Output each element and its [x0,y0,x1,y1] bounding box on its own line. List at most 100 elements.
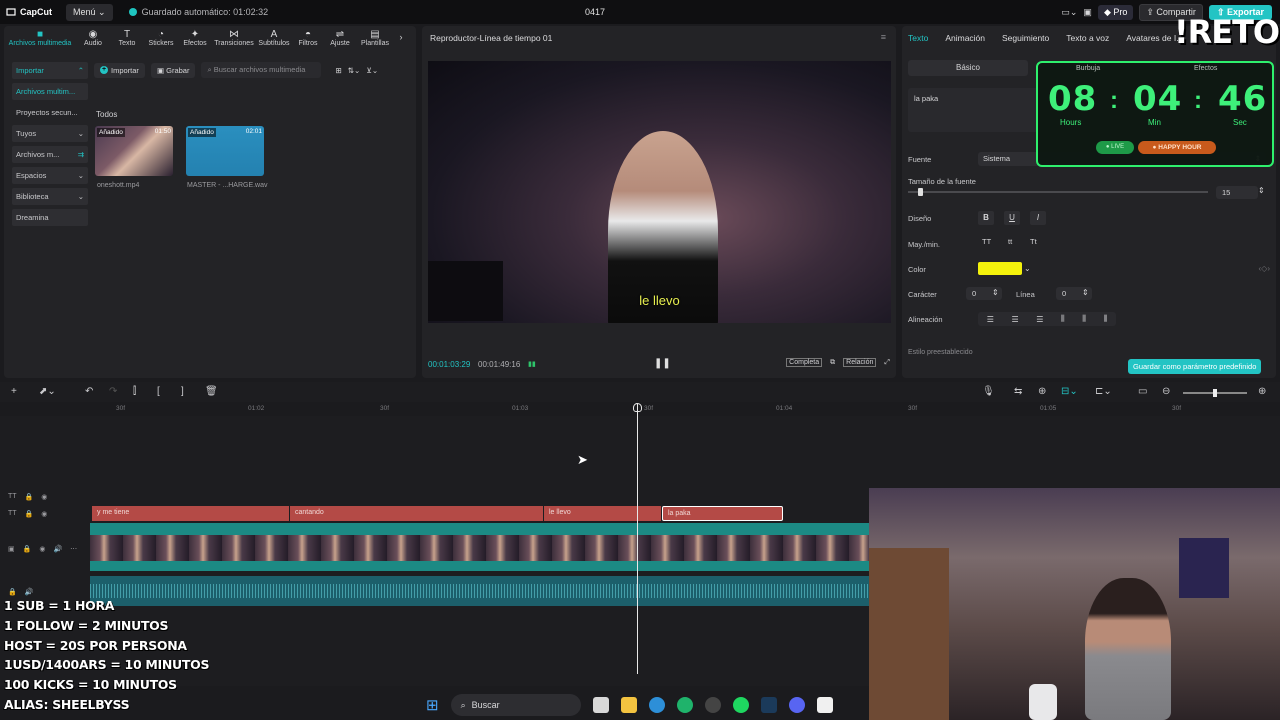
eye-icon[interactable]: ◉ [39,545,45,553]
zoom-out-icon[interactable]: ⊖ [1162,386,1170,397]
tab-media[interactable]: ■ Archivos multimedia [4,26,76,54]
nav-media-files[interactable]: Archivos multim... [12,83,88,100]
zoom-knob[interactable] [1213,389,1217,397]
undo-icon[interactable]: ↶ [85,386,93,397]
subtitle-clip-selected[interactable]: la paka [662,506,783,521]
case-upper[interactable]: TT [982,237,991,246]
link-icon[interactable]: ⇆ [1014,386,1022,397]
align-center-icon[interactable]: ☰ [1012,315,1019,324]
lock-icon[interactable]: 🔒 [25,493,34,501]
crop-icon[interactable]: ⧉ [830,359,835,367]
keyframe-icon[interactable]: ‹◇› [1259,264,1270,273]
caption-icon[interactable]: ▭ [1138,386,1147,397]
case-lower[interactable]: tt [1008,237,1012,246]
filter-icon[interactable]: ⊻⌄ [366,66,378,75]
media-thumb-audio[interactable]: Añadido 02:01 [186,126,264,176]
more-icon[interactable]: ⋯ [70,545,77,553]
edge-icon[interactable] [648,697,665,713]
import-button[interactable]: + Importar [94,62,145,78]
color-swatch[interactable] [978,262,1022,275]
playhead[interactable] [637,404,638,674]
save-preset-button[interactable]: Guardar como parámetro predefinido [1128,359,1262,374]
preview-axis-icon[interactable]: ⊏⌄ [1095,386,1112,397]
chrome-icon[interactable] [676,697,693,713]
tabs-next-icon[interactable]: › [394,26,408,54]
video-track-clip[interactable] [90,523,870,571]
tab-tracking[interactable]: Seguimiento [1002,33,1049,43]
slider-knob[interactable] [918,188,923,196]
chevron-down-icon[interactable]: ⌄ [1024,264,1031,273]
italic-icon[interactable]: I [1030,211,1046,225]
case-title[interactable]: Tt [1030,237,1037,246]
layout-icon[interactable]: ▭⌄ [1061,7,1077,18]
delete-icon[interactable]: 🗑 [205,386,218,397]
nav-yours[interactable]: Tuyos ⌄ [12,125,88,142]
add-track-icon[interactable]: + [11,386,17,397]
taskbar-search[interactable]: ⌕ Buscar [450,694,581,716]
file-explorer-icon[interactable] [620,697,637,713]
steam-icon[interactable] [760,697,777,713]
fullscreen-icon[interactable]: ▣ [1083,7,1092,18]
video-preview[interactable]: le llevo [428,61,891,323]
redo-icon[interactable]: ↷ [109,386,117,397]
subtitle-clip[interactable]: cantando [290,506,544,521]
tab-templates[interactable]: ▤ Plantillas [356,26,394,54]
stepper-icon[interactable]: ⇕ [1082,288,1089,297]
grid-view-icon[interactable]: ⊞ [335,66,341,75]
tab-text[interactable]: Texto [908,33,928,43]
tab-tts[interactable]: Texto a voz [1066,33,1109,43]
speaker-icon[interactable]: 🔊 [53,545,62,553]
tab-adjust[interactable]: ⇌ Ajuste [324,26,356,54]
nav-import[interactable]: Importar ⌃ [12,62,88,79]
pro-button[interactable]: ◆ Pro [1097,5,1134,20]
subtitle-clip[interactable]: le llevo [544,506,662,521]
tab-filters[interactable]: ◓ Filtros [292,26,324,54]
media-search-input[interactable]: ⌕ Buscar archivos multimedia [201,62,322,78]
microphone-icon[interactable]: 🎙 [982,386,995,397]
tab-captions[interactable]: A Subtítulos [256,26,292,54]
eye-icon[interactable]: ◉ [41,493,47,501]
split-icon[interactable]: ⫿ [133,386,136,397]
lock-icon[interactable]: 🔒 [8,588,17,596]
obs-icon[interactable] [704,697,721,713]
ratio-button[interactable]: Relación [843,358,877,367]
pause-icon[interactable]: ❚❚ [654,358,671,369]
size-input[interactable]: 15 [1216,186,1258,199]
task-view-icon[interactable] [592,697,609,713]
bold-icon[interactable]: B [978,211,994,225]
spotify-icon[interactable] [732,697,749,713]
media-thumb-video[interactable]: Añadido 01:50 [95,126,173,176]
menu-icon[interactable]: ≡ [881,32,886,42]
select-tool-icon[interactable]: ⬈⌄ [39,386,56,397]
tab-transitions[interactable]: ⋈ Transiciones [212,26,256,54]
align-left-icon[interactable]: ☰ [987,315,994,324]
underline-icon[interactable]: U [1004,211,1020,225]
fullscreen-icon[interactable]: ⤢ [884,359,890,367]
nav-secondary-projects[interactable]: Proyectos secun... [12,104,88,121]
record-button[interactable]: ▣ Grabar [150,62,196,78]
tab-effects[interactable]: ✦ Efectos [178,26,212,54]
capcut-icon[interactable] [816,697,833,713]
size-slider[interactable] [908,188,1208,196]
snap-icon[interactable]: ⊟⌄ [1061,386,1078,397]
basic-tab[interactable]: Básico [908,60,1028,76]
align-right-icon[interactable]: ☰ [1036,315,1043,324]
lock-icon[interactable]: 🔒 [23,545,32,553]
magnet-icon[interactable]: ⊕ [1038,386,1046,397]
sort-icon[interactable]: ⇅⌄ [348,66,361,75]
nav-dreamina[interactable]: Dreamina [12,209,88,226]
menu-button[interactable]: Menú ⌄ [66,3,113,21]
tab-animation[interactable]: Animación [945,33,985,43]
nav-spaces[interactable]: Espacios ⌄ [12,167,88,184]
align-top-icon[interactable]: ⫼ [1061,314,1065,324]
trim-left-icon[interactable]: [ [157,386,160,397]
complete-button[interactable]: Completa [786,358,823,367]
tab-stickers[interactable]: ◔ Stickers [144,26,178,54]
zoom-in-icon[interactable]: ⊕ [1258,386,1266,397]
tab-audio[interactable]: ◉ Audio [76,26,110,54]
timeline-ruler[interactable]: 30f 01:02 30f 01:03 30f 01:04 30f 01:05 … [88,402,1280,416]
windows-start-icon[interactable]: ⊞ [426,696,439,714]
lock-icon[interactable]: 🔒 [25,510,34,518]
trim-right-icon[interactable]: ] [181,386,184,397]
nav-library[interactable]: Biblioteca ⌄ [12,188,88,205]
